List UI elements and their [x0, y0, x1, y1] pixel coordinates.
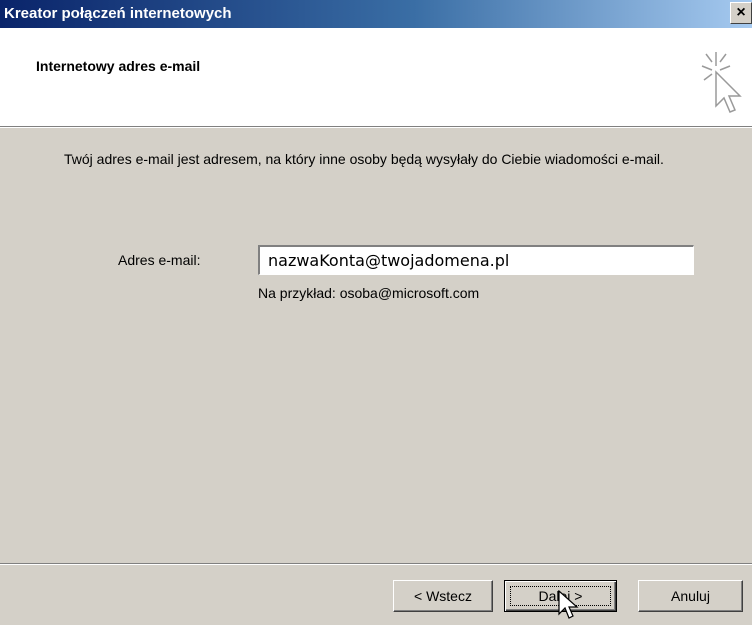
email-label: Adres e-mail: [118, 252, 201, 268]
close-icon: × [736, 4, 746, 21]
cancel-button-label: Anuluj [671, 588, 710, 604]
back-button-label: < Wstecz [414, 588, 472, 604]
example-text: Na przykład: osoba@microsoft.com [258, 285, 480, 301]
next-button-label: Dalej > [538, 588, 583, 604]
cancel-button[interactable]: Anuluj [638, 580, 743, 612]
window-title: Kreator połączeń internetowych [4, 5, 232, 22]
footer-divider [0, 563, 752, 565]
wizard-header: Internetowy adres e-mail [0, 28, 752, 126]
wizard-cursor-icon [701, 52, 742, 113]
header-divider [0, 126, 752, 128]
page-title: Internetowy adres e-mail [36, 58, 201, 74]
back-button[interactable]: < Wstecz [393, 580, 493, 612]
email-field[interactable] [258, 245, 694, 275]
description-text: Twój adres e-mail jest adresem, na który… [64, 151, 664, 167]
wizard-window: Kreator połączeń internetowych × Interne… [0, 0, 752, 625]
close-button[interactable]: × [730, 2, 752, 24]
title-bar[interactable]: Kreator połączeń internetowych × [0, 0, 752, 28]
next-button[interactable]: Dalej > [504, 580, 617, 612]
